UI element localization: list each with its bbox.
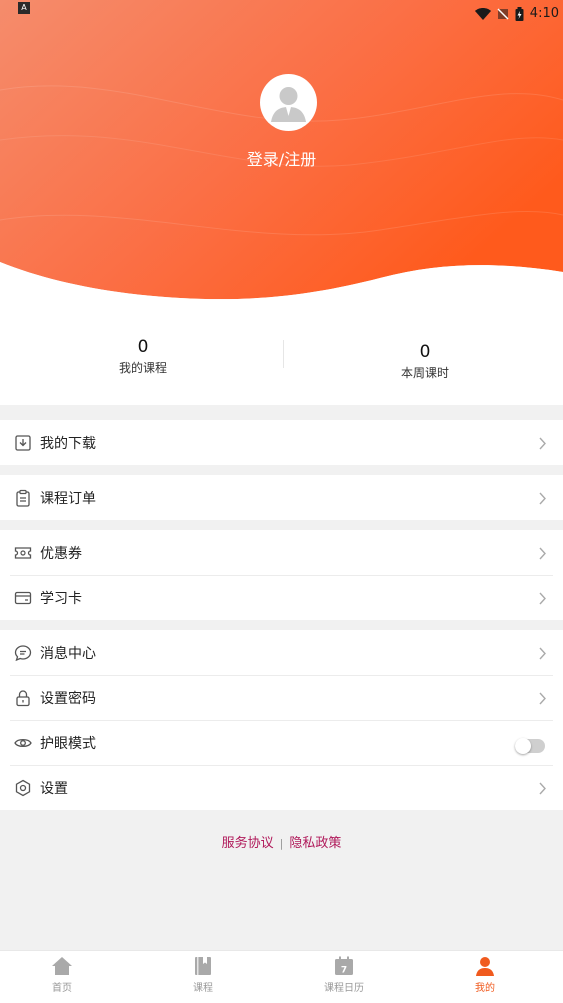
menu-item-coupons[interactable]: 优惠券 bbox=[0, 530, 563, 575]
calendar-icon: 7 bbox=[335, 956, 353, 976]
default-avatar-icon bbox=[271, 87, 306, 122]
menu-item-messages[interactable]: 消息中心 bbox=[0, 630, 563, 675]
privacy-policy-link[interactable]: 隐私政策 bbox=[289, 836, 341, 851]
menu-item-label: 我的下载 bbox=[40, 436, 96, 452]
status-bar: A 4:10 bbox=[0, 0, 563, 28]
chevron-right-icon bbox=[539, 437, 546, 450]
login-register-link[interactable]: 登录/注册 bbox=[0, 146, 563, 170]
footer-links: 服务协议 | 隐私政策 bbox=[0, 832, 563, 851]
tab-courses[interactable]: 课程 bbox=[158, 955, 248, 994]
stat-label: 本周课时 bbox=[400, 366, 449, 380]
menu-group-downloads: 我的下载 bbox=[0, 420, 563, 465]
menu-item-eye-mode: 护眼模式 bbox=[0, 720, 563, 765]
coupon-icon bbox=[14, 547, 32, 559]
menu-item-label: 学习卡 bbox=[40, 591, 82, 607]
clipboard-icon bbox=[16, 489, 30, 507]
tab-label: 课程日历 bbox=[324, 983, 364, 994]
avatar[interactable] bbox=[260, 74, 317, 131]
menu-item-set-password[interactable]: 设置密码 bbox=[0, 675, 563, 720]
menu-item-label: 优惠券 bbox=[40, 546, 82, 562]
chevron-right-icon bbox=[539, 782, 546, 795]
card-icon bbox=[14, 591, 32, 605]
stat-my-courses[interactable]: 0 我的课程 bbox=[73, 337, 213, 376]
menu-item-settings[interactable]: 设置 bbox=[0, 765, 563, 810]
profile-header: A 4:10 登录/注册 bbox=[0, 0, 563, 300]
message-icon bbox=[14, 645, 32, 662]
home-icon bbox=[52, 957, 72, 975]
menu-group-system: 消息中心 设置密码 护眼模式 设置 bbox=[0, 630, 563, 810]
menu-group-cards: 优惠券 学习卡 bbox=[0, 530, 563, 620]
link-separator: | bbox=[279, 837, 284, 850]
wifi-icon bbox=[474, 7, 491, 20]
menu-item-label: 护眼模式 bbox=[40, 736, 96, 752]
menu-item-study-card[interactable]: 学习卡 bbox=[0, 575, 563, 620]
menu-item-orders[interactable]: 课程订单 bbox=[0, 475, 563, 520]
user-icon bbox=[476, 957, 494, 976]
battery-icon bbox=[515, 6, 524, 21]
tab-mine[interactable]: 我的 bbox=[440, 955, 530, 994]
stats-panel: 0 我的课程 0 本周课时 bbox=[0, 300, 563, 405]
status-time: 4:10 bbox=[529, 6, 559, 21]
book-icon bbox=[195, 957, 211, 975]
stat-weekly-hours[interactable]: 0 本周课时 bbox=[355, 342, 495, 381]
menu-item-label: 课程订单 bbox=[40, 491, 96, 507]
chevron-right-icon bbox=[539, 692, 546, 705]
tab-label: 我的 bbox=[475, 983, 495, 994]
menu-item-label: 设置 bbox=[40, 781, 68, 797]
menu-item-download[interactable]: 我的下载 bbox=[0, 420, 563, 465]
chevron-right-icon bbox=[539, 547, 546, 560]
chevron-right-icon bbox=[539, 592, 546, 605]
download-icon bbox=[15, 435, 31, 451]
calendar-day: 7 bbox=[341, 966, 347, 976]
tab-label: 首页 bbox=[52, 983, 72, 994]
bottom-tab-bar: 首页 课程 7 课程日历 我的 bbox=[0, 950, 563, 1003]
menu-item-label: 消息中心 bbox=[40, 646, 96, 662]
tab-label: 课程 bbox=[193, 983, 213, 994]
tab-course-calendar[interactable]: 7 课程日历 bbox=[299, 955, 389, 994]
eye-mode-toggle[interactable] bbox=[515, 738, 545, 754]
menu-group-orders: 课程订单 bbox=[0, 475, 563, 520]
stat-label: 我的课程 bbox=[118, 361, 167, 375]
service-agreement-link[interactable]: 服务协议 bbox=[222, 836, 274, 851]
chevron-right-icon bbox=[539, 647, 546, 660]
chevron-right-icon bbox=[539, 492, 546, 505]
status-badge: A bbox=[18, 2, 30, 14]
tab-home[interactable]: 首页 bbox=[17, 955, 107, 994]
toggle-knob bbox=[515, 738, 531, 754]
lock-icon bbox=[16, 690, 30, 707]
settings-hexagon-icon bbox=[15, 779, 31, 797]
stats-divider bbox=[283, 340, 284, 368]
stat-value: 0 bbox=[137, 337, 149, 357]
menu-item-label: 设置密码 bbox=[40, 691, 96, 707]
eye-icon bbox=[14, 738, 32, 748]
no-signal-icon bbox=[497, 7, 509, 20]
stat-value: 0 bbox=[419, 342, 431, 362]
